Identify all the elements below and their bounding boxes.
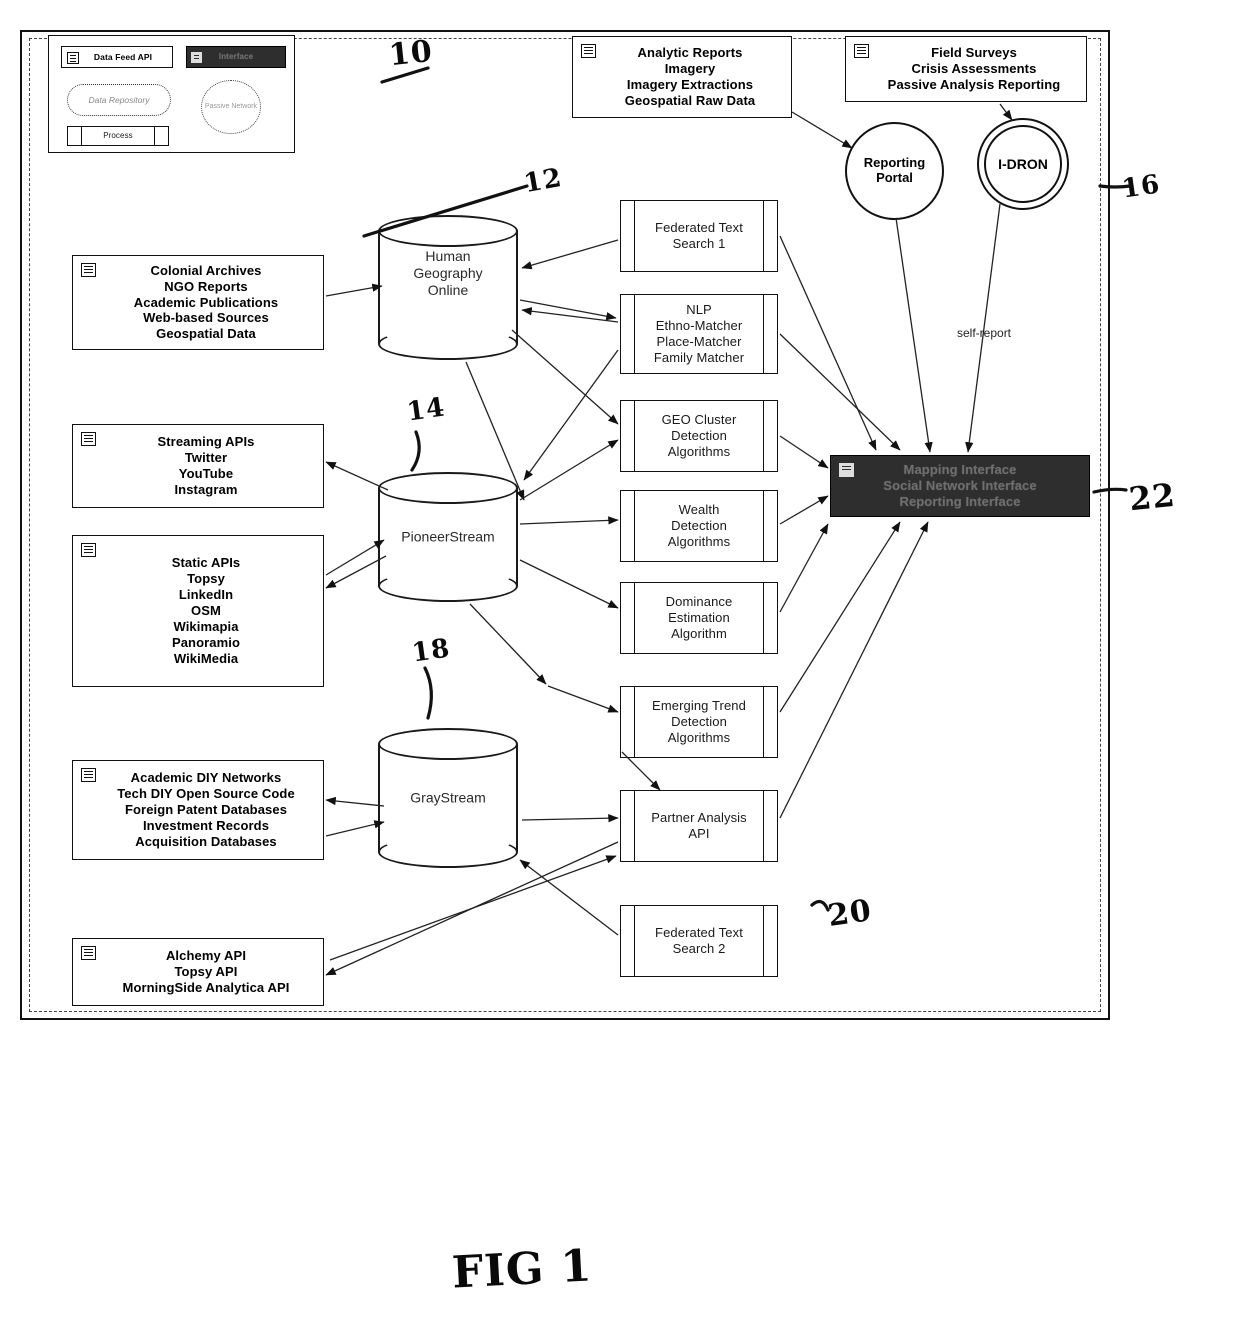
streaming-apis-box: Streaming APIs Twitter YouTube Instagram [72, 424, 324, 508]
alchemy-api-box: Alchemy API Topsy API MorningSide Analyt… [72, 938, 324, 1006]
legend-panel: Data Feed API Interface Data Repository … [48, 35, 295, 153]
analytic-reports-box: Analytic Reports Imagery Imagery Extract… [572, 36, 792, 118]
process-geo-cluster-detection: GEO Cluster Detection Algorithms [620, 400, 778, 472]
handwritten-numeral-18: 18 [410, 633, 453, 669]
patent-figure-page: Data Feed API Interface Data Repository … [0, 0, 1240, 1322]
document-icon [81, 263, 96, 277]
process-federated-text-search-1: Federated Text Search 1 [620, 200, 778, 272]
cylinder-top [378, 215, 518, 247]
process-dominance-estimation: Dominance Estimation Algorithm [620, 582, 778, 654]
datastore-label: Human Geography Online [413, 247, 483, 298]
interfaces-block: Mapping Interface Social Network Interfa… [830, 455, 1090, 517]
handwritten-numeral-22: 22 [1127, 475, 1178, 519]
legend-item-data-feed-api: Data Feed API [61, 46, 173, 68]
document-icon [81, 432, 96, 446]
legend-item-passive-network: Passive Network [201, 80, 261, 134]
datastore-pioneerstream: PioneerStream [378, 472, 518, 602]
idron-label: I-DRON [998, 155, 1048, 172]
handwritten-numeral-10: 10 [387, 33, 435, 74]
field-surveys-box: Field Surveys Crisis Assessments Passive… [845, 36, 1087, 102]
legend-label-data-repository: Data Repository [88, 95, 150, 105]
streaming-apis-lines: Streaming APIs Twitter YouTube Instagram [157, 434, 255, 497]
alchemy-api-lines: Alchemy API Topsy API MorningSide Analyt… [122, 948, 290, 995]
cylinder-bottom [378, 570, 518, 602]
process-label: Dominance Estimation Algorithm [665, 594, 733, 641]
process-federated-text-search-2: Federated Text Search 2 [620, 905, 778, 977]
datastore-label: PioneerStream [401, 528, 495, 545]
datastore-graystream: GrayStream [378, 728, 518, 868]
process-label: Federated Text Search 1 [655, 220, 743, 251]
interfaces-lines: Mapping Interface Social Network Interfa… [883, 461, 1037, 510]
legend-label-process: Process [103, 131, 133, 141]
academic-diy-box: Academic DIY Networks Tech DIY Open Sour… [72, 760, 324, 860]
document-icon [67, 52, 79, 64]
document-icon [191, 52, 202, 63]
reporting-portal-label: Reporting Portal [863, 155, 926, 185]
document-icon [854, 44, 869, 58]
handwritten-numeral-20: 20 [825, 893, 874, 934]
analytic-reports-lines: Analytic Reports Imagery Imagery Extract… [624, 45, 756, 108]
datastore-label: GrayStream [410, 789, 486, 806]
document-icon [81, 768, 96, 782]
document-icon [81, 543, 96, 557]
process-label: Wealth Detection Algorithms [667, 502, 731, 549]
process-wealth-detection: Wealth Detection Algorithms [620, 490, 778, 562]
process-label: Emerging Trend Detection Algorithms [652, 698, 746, 745]
legend-label-passive-network: Passive Network [204, 102, 258, 110]
handwritten-numeral-14: 14 [405, 392, 448, 428]
cylinder-top [378, 728, 518, 760]
colonial-archives-lines: Colonial Archives NGO Reports Academic P… [133, 262, 279, 342]
process-emerging-trend-detection: Emerging Trend Detection Algorithms [620, 686, 778, 758]
legend-label-data-feed-api: Data Feed API [93, 51, 153, 62]
cylinder-bottom [378, 836, 518, 868]
static-apis-lines: Static APIs Topsy LinkedIn OSM Wikimapia… [171, 555, 241, 666]
document-icon [839, 463, 854, 477]
cylinder-bottom [378, 328, 518, 360]
cylinder-top [378, 472, 518, 504]
academic-diy-lines: Academic DIY Networks Tech DIY Open Sour… [117, 770, 295, 849]
legend-item-data-repository: Data Repository [67, 84, 171, 116]
static-apis-box: Static APIs Topsy LinkedIn OSM Wikimapia… [72, 535, 324, 687]
process-nlp-matchers: NLP Ethno-Matcher Place-Matcher Family M… [620, 294, 778, 374]
legend-label-interface: Interface [218, 52, 254, 61]
document-icon [581, 44, 596, 58]
reporting-portal-circle: Reporting Portal [845, 122, 944, 220]
legend-item-interface: Interface [186, 46, 286, 68]
process-label: GEO Cluster Detection Algorithms [661, 412, 737, 459]
process-label: NLP Ethno-Matcher Place-Matcher Family M… [653, 302, 745, 365]
process-label: Federated Text Search 2 [655, 925, 743, 956]
legend-item-process: Process [67, 126, 169, 146]
process-label: Partner Analysis API [651, 810, 747, 841]
figure-caption: FIG 1 [450, 1240, 594, 1299]
document-icon [81, 946, 96, 960]
datastore-human-geography-online: Human Geography Online [378, 215, 518, 360]
colonial-archives-box: Colonial Archives NGO Reports Academic P… [72, 255, 324, 350]
process-partner-analysis-api: Partner Analysis API [620, 790, 778, 862]
field-surveys-lines: Field Surveys Crisis Assessments Passive… [887, 45, 1061, 92]
handwritten-numeral-16: 16 [1120, 169, 1163, 205]
self-report-annotation: self-report [957, 326, 1012, 340]
idron-circle: I-DRON [977, 118, 1069, 210]
